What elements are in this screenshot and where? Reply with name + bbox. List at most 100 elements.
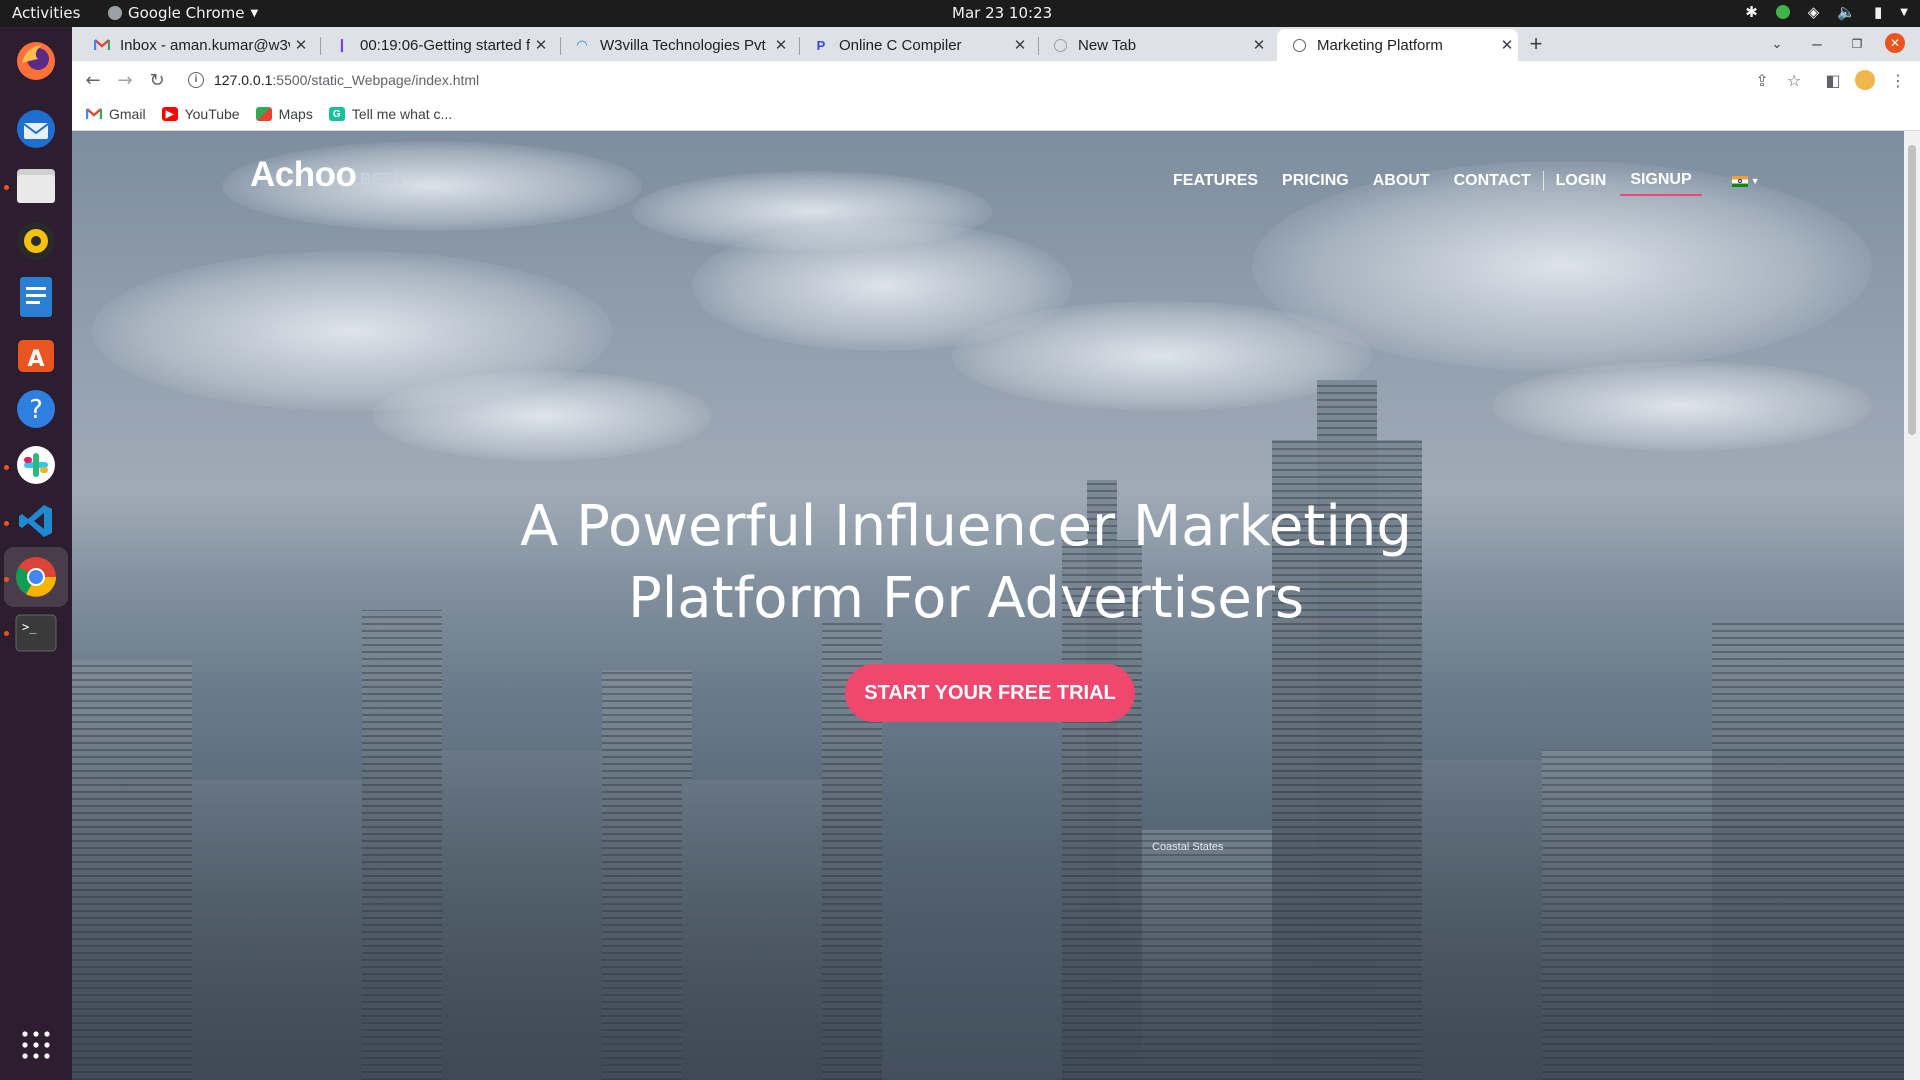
stopwatch-icon: ❙ — [336, 37, 348, 52]
cloud — [1492, 361, 1872, 451]
firefox-icon[interactable] — [10, 35, 62, 87]
restore-icon[interactable]: ❐ — [1846, 33, 1868, 55]
close-tab-icon[interactable]: ✕ — [290, 36, 312, 54]
help-icon[interactable]: ? — [10, 383, 62, 435]
india-flag-icon — [1731, 175, 1748, 187]
cloud — [632, 171, 992, 251]
free-trial-button[interactable]: START YOUR FREE TRIAL — [845, 664, 1135, 722]
beta-badge: BETA — [360, 171, 403, 188]
volume-icon: 🔈 — [1837, 3, 1857, 21]
new-tab-button[interactable]: + — [1525, 31, 1547, 56]
nav-about[interactable]: ABOUT — [1373, 172, 1430, 190]
close-tab-icon[interactable]: ✕ — [1009, 36, 1031, 54]
share-icon[interactable]: ⇪ — [1751, 69, 1773, 91]
compiler-icon: P — [816, 37, 826, 53]
bookmark-label: Maps — [278, 106, 313, 122]
address-bar[interactable]: i 127.0.0.1:5500/static_Webpage/index.ht… — [180, 64, 1790, 95]
globe-icon — [1291, 37, 1307, 53]
nav-signup[interactable]: SIGNUP — [1620, 171, 1702, 196]
nav-login[interactable]: LOGIN — [1556, 172, 1607, 190]
forward-icon[interactable]: → — [114, 69, 136, 91]
software-center-icon[interactable]: A — [10, 327, 62, 379]
rhythmbox-icon[interactable] — [10, 215, 62, 267]
nav-pricing[interactable]: PRICING — [1282, 172, 1349, 190]
tab-search-icon[interactable]: ⌄ — [1766, 33, 1788, 55]
close-tab-icon[interactable]: ✕ — [770, 36, 792, 54]
bookmark-label: YouTube — [184, 106, 240, 122]
tab-online-compiler[interactable]: P Online C Compiler ✕ — [799, 29, 1031, 61]
bookmarks-bar: Gmail ▶ YouTube Maps G Tell me what c... — [72, 98, 1920, 131]
tab-title: Online C Compiler — [839, 36, 962, 54]
chrome-icon[interactable] — [10, 551, 62, 603]
tab-inbox[interactable]: Inbox - aman.kumar@w3v ✕ — [80, 29, 312, 61]
side-panel-icon[interactable]: ◧ — [1822, 69, 1844, 91]
url-path: :5500/static_Webpage/index.html — [272, 71, 480, 88]
slack-tray-icon: ✱ — [1745, 3, 1758, 21]
site-logo[interactable]: Achoo — [250, 155, 357, 195]
status-green-icon — [1775, 5, 1790, 19]
tab-title: Marketing Platform — [1317, 36, 1443, 54]
minimize-icon[interactable]: – — [1806, 33, 1828, 55]
files-icon[interactable] — [10, 159, 62, 211]
tab-w3villa[interactable]: ◠ W3villa Technologies Pvt ✕ — [560, 29, 792, 61]
activities-button[interactable]: Activities — [12, 4, 80, 22]
vscode-icon[interactable] — [10, 495, 62, 547]
app-menu[interactable]: Google Chrome ▼ — [108, 4, 258, 22]
hero-heading: A Powerful Influencer Marketing Platform… — [442, 491, 1490, 635]
back-icon[interactable]: ← — [82, 69, 104, 91]
clock[interactable]: Mar 23 10:23 — [952, 4, 1052, 22]
bookmark-maps[interactable]: Maps — [255, 106, 313, 122]
bookmark-gmail[interactable]: Gmail — [86, 106, 146, 122]
bookmark-star-icon[interactable]: ☆ — [1783, 69, 1805, 91]
gmail-icon — [86, 107, 102, 121]
reload-icon[interactable]: ↻ — [146, 69, 168, 91]
svg-text:>_: >_ — [22, 620, 37, 634]
hero-line-1: A Powerful Influencer Marketing — [520, 494, 1412, 559]
scrollbar-thumb[interactable] — [1908, 145, 1916, 435]
bookmark-label: Gmail — [109, 106, 146, 122]
page-viewport: Coastal States Achoo BETA FEATURES PRICI… — [72, 131, 1920, 1080]
close-tab-icon[interactable]: ✕ — [1496, 36, 1518, 54]
profile-avatar[interactable] — [1854, 69, 1876, 91]
tab-title: Inbox - aman.kumar@w3v — [120, 36, 290, 54]
caret-down-icon: ▼ — [250, 7, 259, 19]
running-indicator — [4, 465, 9, 470]
running-indicator — [4, 185, 9, 190]
language-selector[interactable]: ▼ — [1731, 175, 1760, 187]
nav-features[interactable]: FEATURES — [1173, 172, 1258, 190]
menu-icon[interactable]: ⋮ — [1887, 69, 1909, 91]
gmail-icon — [94, 37, 110, 53]
slack-icon[interactable] — [10, 439, 62, 491]
tab-marketing-platform[interactable]: Marketing Platform ✕ — [1277, 29, 1518, 61]
url-host: 127.0.0.1 — [214, 71, 273, 88]
building-sign: Coastal States — [1152, 841, 1224, 853]
newtab-icon — [1052, 37, 1068, 53]
nav-contact[interactable]: CONTACT — [1454, 172, 1531, 190]
svg-text:?: ? — [29, 395, 43, 425]
site-nav: FEATURES PRICING ABOUT CONTACT LOGIN SIG… — [1173, 166, 1760, 196]
thunderbird-icon[interactable] — [10, 103, 62, 155]
page-scrollbar[interactable] — [1904, 131, 1920, 1080]
system-tray[interactable]: ✱ ◈ 🔈 ▮ ▼ — [1745, 3, 1908, 21]
tab-title: W3villa Technologies Pvt — [600, 36, 766, 54]
site-info-icon[interactable]: i — [188, 71, 204, 88]
system-top-bar: Activities Google Chrome ▼ Mar 23 10:23 … — [0, 0, 1920, 27]
app-grid-icon[interactable] — [10, 1019, 62, 1071]
city-shade — [72, 720, 1904, 1080]
bookmark-youtube[interactable]: ▶ YouTube — [161, 106, 240, 122]
bookmark-grammarly[interactable]: G Tell me what c... — [328, 106, 452, 122]
cloud — [372, 371, 712, 461]
close-tab-icon[interactable]: ✕ — [1248, 36, 1270, 54]
terminal-icon[interactable]: >_ — [10, 607, 62, 659]
chevron-down-icon: ▼ — [1900, 6, 1908, 18]
writer-icon[interactable] — [10, 271, 62, 323]
w3villa-icon: ◠ — [576, 37, 588, 52]
battery-icon: ▮ — [1874, 3, 1883, 21]
close-tab-icon[interactable]: ✕ — [530, 36, 552, 54]
chrome-small-icon — [108, 6, 122, 20]
grammarly-icon: G — [328, 107, 345, 121]
close-window-icon[interactable]: ✕ — [1885, 33, 1905, 53]
hero-line-2: Platform For Advertisers — [627, 566, 1305, 631]
tab-getting-started[interactable]: ❙ 00:19:06-Getting started f ✕ — [320, 29, 552, 61]
tab-new-tab[interactable]: New Tab ✕ — [1038, 29, 1270, 61]
